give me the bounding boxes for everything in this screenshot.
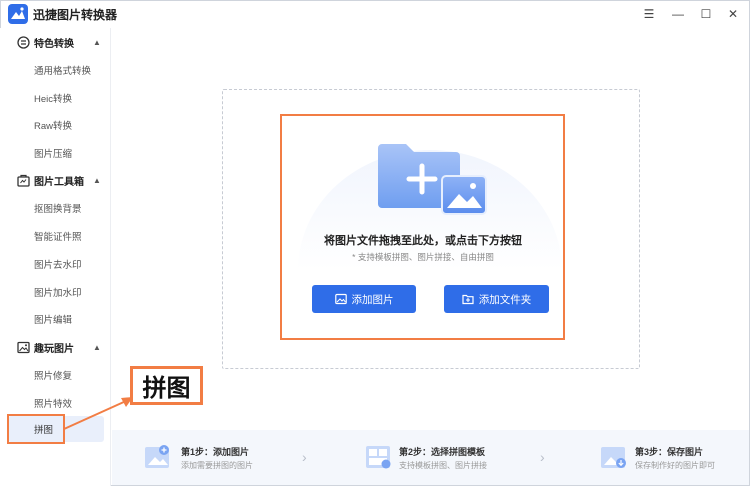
title-bar: 迅捷图片转换器 ☰ — ☐ ✕: [0, 0, 750, 28]
menu-icon[interactable]: ☰: [638, 4, 660, 24]
drop-instruction: 将图片文件拖拽至此处，或点击下方按钮: [324, 235, 522, 247]
sidebar-group-label: 特色转换: [34, 38, 74, 50]
chevron-up-icon: ▲: [93, 175, 101, 185]
sidebar-item-photo-repair[interactable]: 照片修复: [8, 362, 104, 388]
callout-label: 拼图: [130, 366, 203, 405]
step-3-title: 第3步：保存图片: [635, 447, 704, 457]
sidebar-item-add-watermark[interactable]: 图片加水印: [8, 279, 104, 305]
folder-plus-icon: [462, 294, 474, 305]
active-item-highlight: [7, 414, 65, 444]
sidebar-item-compress[interactable]: 图片压缩: [8, 140, 104, 166]
step-1-title: 第1步：添加图片: [181, 447, 250, 457]
step-add-image-icon: [145, 445, 169, 468]
step-1-desc: 添加需要拼图的图片: [181, 461, 253, 470]
app-title: 迅捷图片转换器: [33, 8, 118, 22]
add-image-label: 添加图片: [351, 293, 394, 306]
app-logo-icon: [8, 4, 28, 24]
sidebar-group-label: 趣玩图片: [34, 343, 74, 355]
sidebar-item-remove-watermark[interactable]: 图片去水印: [8, 251, 104, 277]
sidebar-group-special-convert[interactable]: 特色转换 ▲: [0, 29, 111, 55]
callout-arrow-icon: [63, 397, 133, 430]
format-icon: [17, 35, 30, 49]
step-save-icon: [601, 447, 626, 468]
sidebar-item-general-convert[interactable]: 通用格式转换: [8, 57, 104, 83]
maximize-button[interactable]: ☐: [695, 4, 717, 24]
chevron-up-icon: ▲: [93, 37, 101, 47]
sidebar-group-fun-images[interactable]: 趣玩图片 ▲: [0, 334, 111, 360]
step-2-title: 第2步：选择拼图模板: [399, 447, 486, 457]
sidebar-group-toolbox[interactable]: 图片工具箱 ▲: [0, 167, 111, 193]
step-3-desc: 保存制作好的图片即可: [635, 461, 715, 470]
close-button[interactable]: ✕: [722, 4, 744, 24]
add-folder-button[interactable]: 添加文件夹: [444, 285, 549, 313]
toolbox-icon: [17, 174, 30, 187]
step-template-icon: [366, 446, 391, 469]
sidebar-item-heic[interactable]: Heic转换: [8, 85, 104, 111]
step-2-desc: 支持模板拼图、图片拼接: [399, 461, 487, 470]
chevron-right-icon: ›: [540, 449, 545, 465]
sidebar-item-cutout-background[interactable]: 抠图换背景: [8, 195, 104, 221]
sidebar-item-image-edit[interactable]: 图片编辑: [8, 306, 104, 332]
chevron-up-icon: ▲: [93, 342, 101, 352]
chevron-right-icon: ›: [302, 449, 307, 465]
fun-image-icon: [17, 341, 30, 353]
add-folder-label: 添加文件夹: [478, 293, 532, 306]
minimize-button[interactable]: —: [667, 4, 689, 24]
image-icon: [334, 293, 347, 305]
add-image-button[interactable]: 添加图片: [312, 285, 416, 313]
sidebar-group-label: 图片工具箱: [34, 176, 84, 188]
sidebar-item-id-photo[interactable]: 智能证件照: [8, 223, 104, 249]
add-folder-illustration-icon: [378, 144, 487, 215]
sidebar-item-raw[interactable]: Raw转换: [8, 112, 104, 138]
drop-hint: * 支持模板拼图、图片拼接、自由拼图: [352, 252, 494, 262]
